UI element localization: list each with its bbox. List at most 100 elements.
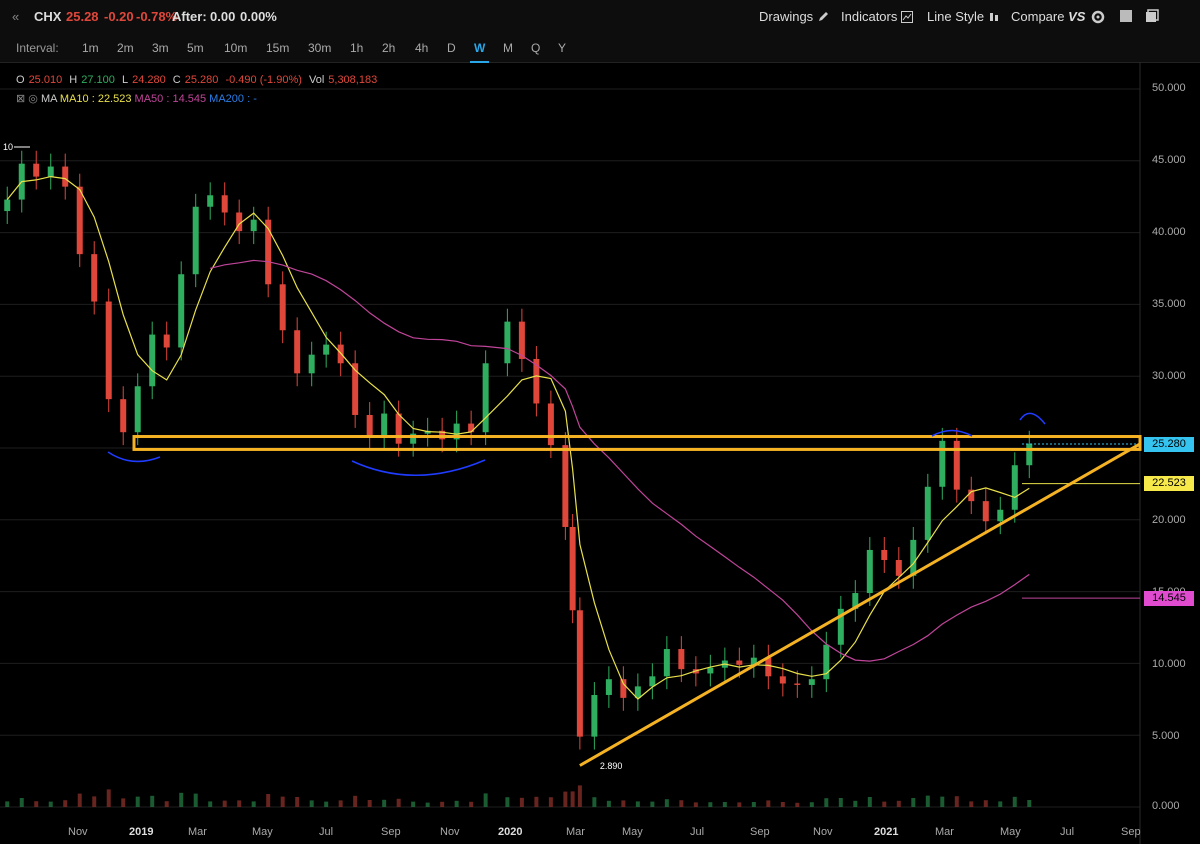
interval-3m[interactable]: 3m (152, 41, 169, 55)
volume-bar (809, 802, 814, 807)
interval-y[interactable]: Y (558, 41, 566, 55)
line-style-button[interactable]: Line Style (927, 9, 1000, 24)
x-tick-nov-20: Nov (813, 826, 833, 838)
volume-bar (650, 801, 655, 807)
visibility-icon[interactable]: ◎ (28, 93, 38, 105)
interval-2m[interactable]: 2m (117, 41, 134, 55)
ma10-legend[interactable]: MA10 : 22.523 (60, 93, 132, 105)
drawings-button[interactable]: Drawings (759, 9, 829, 24)
x-tick-2021: 2021 (874, 826, 899, 838)
volume-bar (1012, 796, 1017, 807)
interval-q[interactable]: Q (531, 41, 540, 55)
drawings-label: Drawings (759, 9, 814, 24)
candle-body (468, 423, 475, 433)
low-value: 24.280 (132, 74, 166, 86)
candle-body (62, 166, 69, 187)
y-tick-45: 45.000 (1152, 154, 1186, 166)
interval-1h[interactable]: 1h (350, 41, 363, 55)
candle-body (250, 219, 257, 232)
x-tick-mar-20: Mar (566, 826, 585, 838)
interval-5m[interactable]: 5m (187, 41, 204, 55)
volume-bar (780, 802, 785, 807)
candle-body (939, 440, 946, 487)
volume-bar (570, 791, 575, 807)
volume-bar (179, 792, 184, 807)
x-tick-sep-21: Sep (1121, 826, 1141, 838)
ma50-legend[interactable]: MA50 : 14.545 (135, 93, 207, 105)
candle-body (4, 199, 11, 212)
volume-bar (925, 795, 930, 807)
candle-body (649, 676, 656, 687)
volume-bar (983, 800, 988, 807)
candle-body (910, 539, 917, 576)
x-tick-nov-19: Nov (440, 826, 460, 838)
candle-body (569, 526, 576, 611)
interval-bar: Interval: 1m 2m 3m 5m 10m 15m 30m 1h 2h … (0, 34, 1200, 63)
x-tick-jul-19: Jul (319, 826, 334, 838)
indicators-button[interactable]: Indicators (841, 9, 913, 24)
volume-bar (63, 800, 68, 807)
interval-2h[interactable]: 2h (382, 41, 395, 55)
support-trendline (579, 442, 1141, 767)
interval-w[interactable]: W (469, 41, 490, 63)
volume-bar (425, 802, 430, 807)
candle-body (105, 301, 112, 400)
interval-1m[interactable]: 1m (82, 41, 99, 55)
ma200-legend[interactable]: MA200 : - (209, 93, 257, 105)
last-price: 25.28 (66, 9, 99, 24)
volume-bar (722, 802, 727, 807)
volume-bar (251, 801, 256, 807)
ma50-price-tag: 14.545 (1144, 591, 1194, 606)
close-label: C (172, 74, 181, 86)
volume-bar (621, 800, 626, 807)
compare-button[interactable]: Compare VS (1011, 9, 1085, 24)
close-value: 25.280 (184, 74, 219, 86)
high-value: 27.100 (81, 74, 115, 86)
candle-body (591, 694, 598, 737)
interval-4h[interactable]: 4h (415, 41, 428, 55)
ticker-symbol[interactable]: CHX (34, 9, 61, 24)
candle-icon (989, 13, 998, 21)
y-tick-40: 40.000 (1152, 226, 1186, 238)
candle-body (547, 403, 554, 446)
interval-30m[interactable]: 30m (308, 41, 331, 55)
candle-body (207, 195, 214, 207)
layout-icon[interactable] (1145, 9, 1159, 23)
ma10-price-tag: 22.523 (1144, 476, 1194, 491)
ma-legend: ⊠ ◎ MA MA10 : 22.523 MA50 : 14.545 MA200… (16, 92, 257, 105)
candle-body (352, 363, 359, 415)
interval-15m[interactable]: 15m (266, 41, 289, 55)
hand-drawn-arc (351, 459, 486, 477)
volume-bar (664, 799, 669, 807)
settings-gear-icon[interactable] (1091, 10, 1105, 24)
price-chart[interactable]: 10 2.890 (0, 62, 1200, 844)
candle-body (504, 321, 511, 364)
volume-bar (737, 802, 742, 807)
candle-body (518, 321, 525, 359)
volume-bar (338, 800, 343, 807)
x-tick-2020: 2020 (498, 826, 523, 838)
volume-bar (280, 796, 285, 807)
volume-bar (766, 800, 771, 807)
open-value: 25.010 (28, 74, 63, 86)
candle-body (895, 560, 902, 576)
volume-bar (592, 797, 597, 807)
volume-bar (896, 800, 901, 807)
collapse-icon[interactable]: ⊠ (16, 93, 25, 105)
candle-body (1011, 465, 1018, 510)
interval-10m[interactable]: 10m (224, 41, 247, 55)
volume-bar (5, 801, 10, 807)
double-chevron-left-icon[interactable]: « (12, 9, 19, 24)
price-change: -0.20 (104, 9, 134, 24)
volume-bar (382, 799, 387, 807)
volume-bar (824, 798, 829, 807)
volume-bar (324, 801, 329, 807)
volume-bar (266, 794, 271, 807)
x-tick-mar-19: Mar (188, 826, 207, 838)
candle-body (91, 254, 98, 302)
interval-m[interactable]: M (503, 41, 513, 55)
volume-bar (92, 796, 97, 807)
interval-d[interactable]: D (447, 41, 456, 55)
fullscreen-icon[interactable] (1119, 9, 1133, 23)
volume-bar (548, 797, 553, 807)
